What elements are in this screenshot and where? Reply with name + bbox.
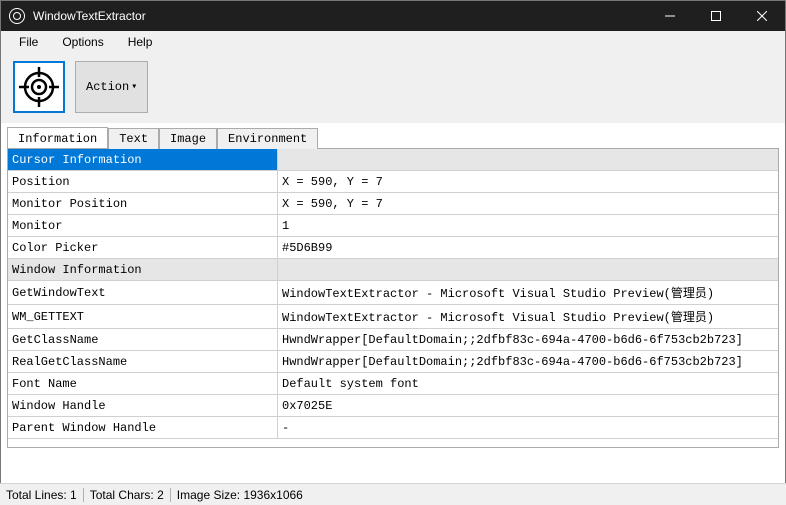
close-button[interactable]: [739, 1, 785, 31]
maximize-button[interactable]: [693, 1, 739, 31]
property-value: #5D6B99: [278, 237, 778, 258]
toolbar: Action ▾: [1, 53, 785, 123]
property-grid: Cursor Information Position X = 590, Y =…: [7, 148, 779, 448]
property-value: X = 590, Y = 7: [278, 171, 778, 192]
menu-help[interactable]: Help: [118, 33, 163, 51]
property-row[interactable]: Color Picker #5D6B99: [8, 237, 778, 259]
property-row[interactable]: Font Name Default system font: [8, 373, 778, 395]
property-row[interactable]: Monitor 1: [8, 215, 778, 237]
property-value: WindowTextExtractor - Microsoft Visual S…: [278, 281, 778, 304]
target-picker-button[interactable]: [13, 61, 65, 113]
content-area: Information Text Image Environment Curso…: [1, 127, 785, 448]
tab-information[interactable]: Information: [7, 127, 108, 148]
menu-bar: File Options Help: [1, 31, 785, 53]
action-dropdown-button[interactable]: Action ▾: [75, 61, 148, 113]
menu-options[interactable]: Options: [52, 33, 113, 51]
property-key: Position: [8, 171, 278, 192]
property-key: Font Name: [8, 373, 278, 394]
tab-strip: Information Text Image Environment: [7, 127, 779, 148]
property-key: Monitor Position: [8, 193, 278, 214]
property-row[interactable]: Position X = 590, Y = 7: [8, 171, 778, 193]
caret-down-icon: ▾: [131, 81, 137, 93]
property-row[interactable]: GetWindowText WindowTextExtractor - Micr…: [8, 281, 778, 305]
property-value: 0x7025E: [278, 395, 778, 416]
section-label: Window Information: [8, 259, 278, 280]
crosshair-icon: [19, 67, 59, 107]
property-key: Monitor: [8, 215, 278, 236]
tab-image[interactable]: Image: [159, 128, 217, 149]
property-value: 1: [278, 215, 778, 236]
window-title: WindowTextExtractor: [33, 9, 647, 23]
property-row[interactable]: Parent Window Handle -: [8, 417, 778, 439]
property-key: Window Handle: [8, 395, 278, 416]
property-value: HwndWrapper[DefaultDomain;;2dfbf83c-694a…: [278, 329, 778, 350]
property-key: GetClassName: [8, 329, 278, 350]
property-row[interactable]: Monitor Position X = 590, Y = 7: [8, 193, 778, 215]
property-value: HwndWrapper[DefaultDomain;;2dfbf83c-694a…: [278, 351, 778, 372]
window-controls: [647, 1, 785, 31]
property-row[interactable]: Window Handle 0x7025E: [8, 395, 778, 417]
menu-file[interactable]: File: [9, 33, 48, 51]
property-row[interactable]: RealGetClassName HwndWrapper[DefaultDoma…: [8, 351, 778, 373]
status-separator: [170, 488, 171, 502]
property-row[interactable]: WM_GETTEXT WindowTextExtractor - Microso…: [8, 305, 778, 329]
property-key: GetWindowText: [8, 281, 278, 304]
property-key: Color Picker: [8, 237, 278, 258]
title-bar: WindowTextExtractor: [1, 1, 785, 31]
section-row[interactable]: Window Information: [8, 259, 778, 281]
status-separator: [83, 488, 84, 502]
property-key: RealGetClassName: [8, 351, 278, 372]
tab-environment[interactable]: Environment: [217, 128, 318, 149]
property-key: WM_GETTEXT: [8, 305, 278, 328]
section-value: [278, 149, 778, 170]
property-value: WindowTextExtractor - Microsoft Visual S…: [278, 305, 778, 328]
property-value: -: [278, 417, 778, 438]
property-row[interactable]: GetClassName HwndWrapper[DefaultDomain;;…: [8, 329, 778, 351]
status-bar: Total Lines: 1 Total Chars: 2 Image Size…: [0, 483, 786, 505]
minimize-button[interactable]: [647, 1, 693, 31]
tab-text[interactable]: Text: [108, 128, 159, 149]
status-image-size: Image Size: 1936x1066: [177, 488, 303, 502]
property-grid-body[interactable]: Cursor Information Position X = 590, Y =…: [8, 149, 778, 447]
status-total-chars: Total Chars: 2: [90, 488, 164, 502]
section-value: [278, 259, 778, 280]
property-value: Default system font: [278, 373, 778, 394]
property-value: X = 590, Y = 7: [278, 193, 778, 214]
section-label: Cursor Information: [8, 149, 278, 170]
app-icon: [9, 8, 25, 24]
property-key: Parent Window Handle: [8, 417, 278, 438]
status-total-lines: Total Lines: 1: [6, 488, 77, 502]
action-label: Action: [86, 80, 129, 94]
section-row[interactable]: Cursor Information: [8, 149, 778, 171]
